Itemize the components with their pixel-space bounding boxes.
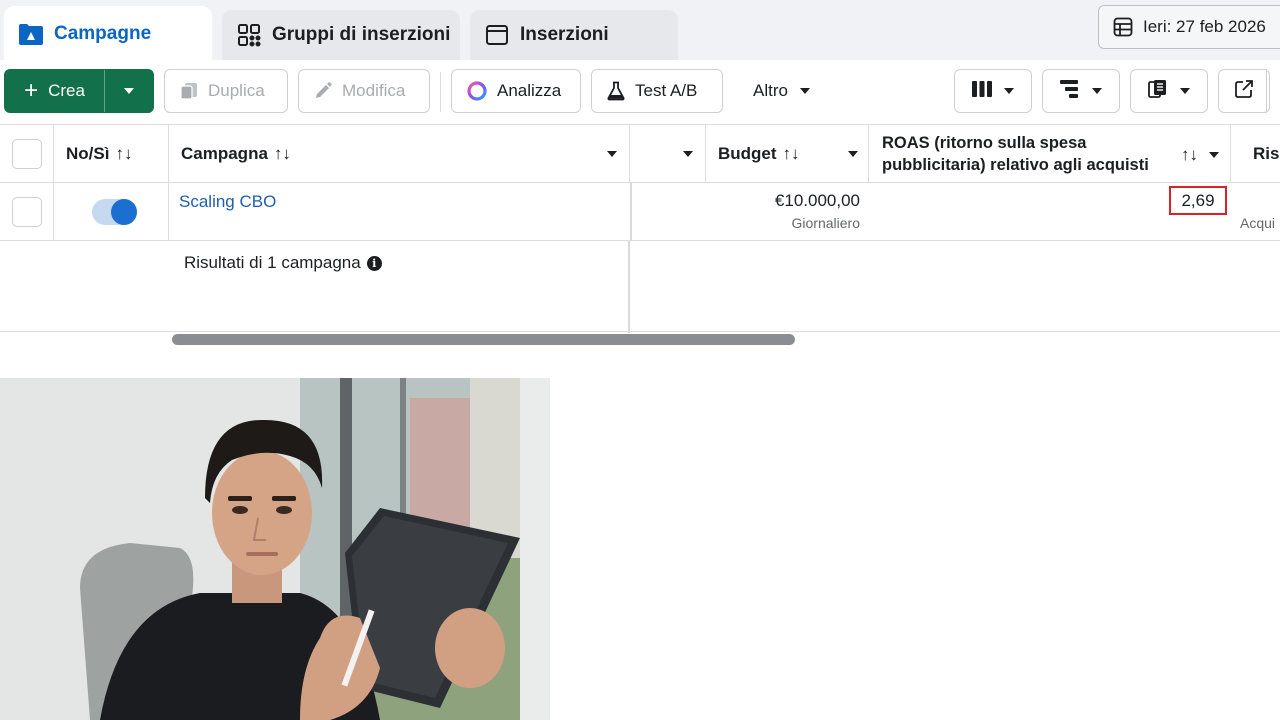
sort-icon[interactable]: ↑↓ bbox=[783, 144, 800, 164]
caret-down-icon bbox=[1092, 88, 1102, 94]
person-photo bbox=[0, 378, 550, 720]
roas-cell: 2,69 bbox=[869, 183, 1231, 241]
date-range-label: Ieri: 27 feb 2026 bbox=[1143, 17, 1266, 36]
results-sub: Acqui bbox=[1240, 215, 1276, 231]
select-all-checkbox[interactable] bbox=[11, 139, 42, 169]
duplicate-label: Duplica bbox=[208, 81, 265, 100]
edit-button[interactable]: Modifica bbox=[298, 69, 430, 113]
header-label: Risu bbox=[1253, 144, 1280, 163]
table-header: No/Sì ↑↓ Campagna ↑↓ Budget ↑↓ ROAS (rit… bbox=[0, 125, 1280, 183]
create-label: Crea bbox=[48, 81, 85, 100]
table-row[interactable]: Scaling CBO €10.000,00 Giornaliero 2,69 … bbox=[0, 183, 1280, 241]
budget-value: €10.000,00 bbox=[774, 191, 860, 210]
edit-label: Modifica bbox=[342, 81, 406, 100]
campaign-toggle[interactable] bbox=[92, 199, 137, 225]
hidden-column-cell bbox=[630, 183, 706, 241]
flask-icon bbox=[606, 81, 626, 101]
date-range-picker[interactable]: Ieri: 27 feb 2026 bbox=[1098, 5, 1280, 49]
sort-icon[interactable]: ↑↓ bbox=[1181, 144, 1198, 166]
duplicate-button[interactable]: Duplica bbox=[164, 69, 288, 113]
toolbar-divider bbox=[440, 72, 441, 112]
tab-bar: Campagne Gruppi di inserzioni Inserzioni… bbox=[0, 0, 1280, 62]
table-summary: Risultati di 1 campagna i bbox=[0, 241, 630, 333]
summary-text: Risultati di 1 campagna i bbox=[184, 253, 382, 273]
campaigns-table: No/Sì ↑↓ Campagna ↑↓ Budget ↑↓ ROAS (rit… bbox=[0, 124, 1280, 333]
budget-type: Giornaliero bbox=[791, 215, 860, 231]
external-link-icon bbox=[1234, 79, 1254, 104]
header-select-all bbox=[0, 125, 54, 183]
caret-down-icon[interactable] bbox=[607, 151, 617, 157]
ab-test-label: Test A/B bbox=[635, 81, 698, 100]
grid-icon bbox=[236, 22, 262, 48]
header-results[interactable]: Risu bbox=[1231, 125, 1280, 183]
ad-window-icon bbox=[484, 22, 510, 48]
header-toggle[interactable]: No/Sì ↑↓ bbox=[54, 125, 169, 183]
calendar-table-icon bbox=[1113, 17, 1133, 37]
horizontal-scrollbar[interactable] bbox=[172, 334, 795, 345]
budget-cell: €10.000,00 Giornaliero bbox=[706, 183, 869, 241]
info-icon[interactable]: i bbox=[366, 255, 382, 271]
row-toggle-cell bbox=[54, 183, 169, 241]
summary-label: Risultati di 1 campagna bbox=[184, 253, 361, 272]
campaign-folder-icon bbox=[18, 21, 44, 47]
campaign-name-link[interactable]: Scaling CBO bbox=[169, 183, 630, 241]
columns-button[interactable] bbox=[954, 69, 1032, 113]
reports-icon bbox=[1148, 79, 1168, 104]
create-main[interactable]: + Crea bbox=[5, 70, 105, 112]
row-select bbox=[0, 183, 54, 241]
columns-icon bbox=[972, 80, 992, 102]
breakdown-button[interactable] bbox=[1042, 69, 1120, 113]
caret-down-icon bbox=[1180, 88, 1190, 94]
header-label: Campagna bbox=[181, 144, 268, 163]
analyze-button[interactable]: Analizza bbox=[451, 69, 581, 113]
header-label: Budget bbox=[718, 144, 777, 163]
caret-down-icon bbox=[799, 88, 810, 94]
plus-icon: + bbox=[24, 77, 39, 104]
toolbar: + Crea Duplica Modifica Analizza Test A/… bbox=[0, 60, 1280, 124]
reports-button[interactable] bbox=[1130, 69, 1208, 113]
caret-down-icon bbox=[124, 88, 134, 94]
tab-label: Inserzioni bbox=[520, 24, 609, 45]
pencil-icon bbox=[313, 81, 333, 101]
caret-down-icon[interactable] bbox=[848, 151, 858, 157]
header-campaign[interactable]: Campagna ↑↓ bbox=[169, 125, 630, 183]
roas-value-highlighted: 2,69 bbox=[1169, 186, 1227, 215]
header-budget[interactable]: Budget ↑↓ bbox=[706, 125, 869, 183]
row-checkbox[interactable] bbox=[11, 197, 42, 227]
toggle-knob bbox=[111, 199, 137, 225]
analyze-label: Analizza bbox=[497, 81, 562, 100]
caret-down-icon bbox=[1004, 88, 1014, 94]
header-label: ROAS (ritorno sulla spesa pubblicitaria)… bbox=[882, 134, 1149, 174]
breakdown-icon bbox=[1060, 79, 1080, 103]
more-dropdown[interactable]: Altro bbox=[740, 69, 810, 113]
tab-gruppi-inserzioni[interactable]: Gruppi di inserzioni bbox=[222, 10, 460, 60]
sort-icon[interactable]: ↑↓ bbox=[115, 144, 132, 164]
caret-down-icon[interactable] bbox=[1209, 152, 1219, 158]
analyze-ring-icon bbox=[466, 80, 488, 102]
create-dropdown-button[interactable] bbox=[105, 88, 153, 94]
header-label: No/Sì bbox=[66, 144, 110, 163]
header-roas[interactable]: ROAS (ritorno sulla spesa pubblicitaria)… bbox=[869, 125, 1231, 183]
more-label: Altro bbox=[753, 81, 788, 100]
export-button[interactable] bbox=[1218, 69, 1270, 113]
tab-campagne[interactable]: Campagne bbox=[4, 6, 212, 62]
duplicate-icon bbox=[179, 81, 199, 101]
header-hidden-column[interactable] bbox=[630, 125, 706, 183]
tab-label: Gruppi di inserzioni bbox=[272, 24, 451, 45]
tab-label: Campagne bbox=[54, 23, 152, 44]
sort-icon[interactable]: ↑↓ bbox=[274, 144, 291, 164]
ab-test-button[interactable]: Test A/B bbox=[591, 69, 723, 113]
tab-inserzioni[interactable]: Inserzioni bbox=[470, 10, 678, 60]
create-button[interactable]: + Crea bbox=[4, 69, 154, 113]
caret-down-icon[interactable] bbox=[683, 151, 693, 157]
toolbar-edge-divider bbox=[1266, 69, 1267, 113]
